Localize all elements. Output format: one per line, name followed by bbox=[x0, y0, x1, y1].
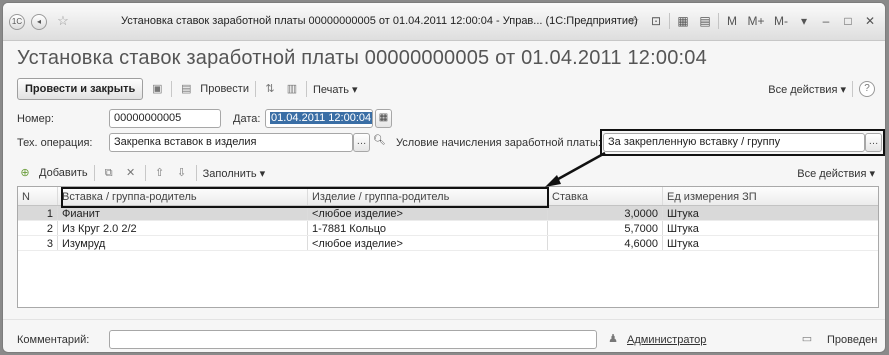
memory-plus-button[interactable]: M+ bbox=[745, 12, 767, 30]
minimize-icon[interactable]: – bbox=[817, 12, 835, 30]
movements-icon[interactable]: ⇅ bbox=[262, 81, 278, 97]
insert-cell[interactable]: Изумруд bbox=[58, 236, 308, 250]
divider bbox=[195, 165, 197, 181]
memory-m-button[interactable]: M bbox=[723, 12, 741, 30]
search-icon[interactable]: 🔍︎ bbox=[371, 133, 388, 152]
page-title: Установка ставок заработной платы 000000… bbox=[17, 47, 707, 69]
table-row[interactable]: 1 Фианит <любое изделие> 3,0000 Штука bbox=[18, 206, 878, 221]
columns-highlight-box bbox=[61, 187, 549, 208]
comment-field[interactable] bbox=[109, 330, 597, 349]
add-button[interactable]: Добавить bbox=[39, 167, 88, 179]
post-and-close-button[interactable]: Провести и закрыть bbox=[17, 78, 144, 100]
number-field[interactable]: 00000000005 bbox=[109, 109, 221, 128]
callout-arrow bbox=[545, 151, 606, 187]
divider bbox=[718, 13, 719, 29]
post-button[interactable]: Провести bbox=[200, 83, 249, 95]
divider bbox=[93, 165, 95, 181]
save-icon[interactable]: ▣ bbox=[149, 81, 165, 97]
divider bbox=[669, 13, 670, 29]
fill-menu[interactable]: Заполнить ▾ bbox=[203, 167, 266, 180]
add-icon[interactable]: ⊕ bbox=[17, 165, 33, 181]
favorite-icon[interactable]: ☆ bbox=[625, 12, 643, 30]
tech-operation-label: Тех. операция: bbox=[17, 137, 93, 149]
calendar-button[interactable]: ▦ bbox=[375, 109, 392, 128]
form-toolbar: Провести и закрыть ▣ ▤ Провести ⇅ ▥ Печа… bbox=[17, 78, 875, 100]
calendar-icon[interactable]: ▤ bbox=[696, 12, 714, 30]
memory-minus-button[interactable]: M- bbox=[771, 12, 791, 30]
move-down-icon[interactable]: ⇩ bbox=[174, 165, 190, 181]
title-bar-controls: ☆ ⊡ ▦ ▤ M M+ M- ▾ – □ ✕ bbox=[625, 12, 879, 30]
calculator-icon[interactable]: ▦ bbox=[674, 12, 692, 30]
status-label: Проведен bbox=[827, 334, 878, 346]
divider bbox=[171, 81, 173, 97]
rate-cell[interactable]: 5,7000 bbox=[548, 221, 663, 235]
print-menu[interactable]: Печать ▾ bbox=[313, 83, 358, 96]
product-cell[interactable]: 1-7881 Кольцо bbox=[308, 221, 548, 235]
help-icon[interactable]: ? bbox=[859, 81, 875, 97]
copy-icon[interactable]: ⧉ bbox=[101, 165, 117, 181]
condition-label: Условие начисления заработной платы: bbox=[396, 137, 601, 149]
document-window: 1С ◂ ☆ Установка ставок заработной платы… bbox=[2, 2, 886, 353]
title-bar: 1С ◂ ☆ Установка ставок заработной платы… bbox=[3, 3, 885, 41]
condition-highlight-box bbox=[600, 129, 885, 156]
row-number: 2 bbox=[18, 221, 58, 235]
dropdown-icon[interactable]: ▾ bbox=[795, 12, 813, 30]
divider bbox=[144, 165, 146, 181]
tech-operation-field[interactable]: Закрепка вставок в изделия bbox=[109, 133, 353, 152]
number-label: Номер: bbox=[17, 113, 54, 125]
column-header-n[interactable]: N bbox=[18, 187, 58, 205]
table-row[interactable]: 3 Изумруд <любое изделие> 4,6000 Штука bbox=[18, 236, 878, 251]
link-icon[interactable]: ⊡ bbox=[647, 12, 665, 30]
app-logo-icon[interactable]: 1С bbox=[9, 14, 25, 30]
author-link[interactable]: Администратор bbox=[627, 334, 706, 346]
rate-cell[interactable]: 3,0000 bbox=[548, 206, 663, 220]
user-icon: ♟ bbox=[608, 333, 618, 345]
product-cell[interactable]: <любое изделие> bbox=[308, 236, 548, 250]
insert-cell[interactable]: Из Круг 2.0 2/2 bbox=[58, 221, 308, 235]
unit-cell[interactable]: Штука bbox=[663, 206, 880, 220]
date-label: Дата: bbox=[233, 113, 261, 125]
date-value: 01.04.2011 12:00:04 bbox=[270, 112, 372, 124]
column-header-unit[interactable]: Ед измерения ЗП bbox=[663, 187, 880, 205]
table-toolbar: ⊕ Добавить ⧉ ✕ ⇧ ⇩ Заполнить ▾ Все дейст… bbox=[17, 163, 875, 183]
comment-label: Комментарий: bbox=[17, 334, 90, 346]
delete-icon[interactable]: ✕ bbox=[123, 165, 139, 181]
back-icon[interactable]: ◂ bbox=[31, 14, 47, 30]
divider bbox=[254, 81, 256, 97]
star-icon[interactable]: ☆ bbox=[55, 14, 71, 30]
window-title: Установка ставок заработной платы 000000… bbox=[121, 15, 638, 27]
divider bbox=[305, 81, 307, 97]
post-icon[interactable]: ▤ bbox=[178, 81, 194, 97]
move-up-icon[interactable]: ⇧ bbox=[152, 165, 168, 181]
divider bbox=[852, 81, 853, 97]
unit-cell[interactable]: Штука bbox=[663, 236, 880, 250]
table-all-actions-menu[interactable]: Все действия ▾ bbox=[797, 167, 875, 180]
product-cell[interactable]: <любое изделие> bbox=[308, 206, 548, 220]
toolbar-right: Все действия ▾ ? bbox=[768, 81, 875, 97]
divider bbox=[3, 319, 885, 320]
insert-cell[interactable]: Фианит bbox=[58, 206, 308, 220]
unit-cell[interactable]: Штука bbox=[663, 221, 880, 235]
maximize-icon[interactable]: □ bbox=[839, 12, 857, 30]
rate-cell[interactable]: 4,6000 bbox=[548, 236, 663, 250]
comment-icon[interactable]: ▭ bbox=[799, 331, 815, 347]
close-icon[interactable]: ✕ bbox=[861, 12, 879, 30]
row-number: 1 bbox=[18, 206, 58, 220]
all-actions-menu[interactable]: Все действия ▾ bbox=[768, 83, 846, 96]
report-icon[interactable]: ▥ bbox=[284, 81, 300, 97]
table-toolbar-right: Все действия ▾ bbox=[797, 167, 875, 180]
date-field[interactable]: 01.04.2011 12:00:04 bbox=[265, 109, 373, 128]
tech-operation-select-button[interactable]: … bbox=[353, 133, 370, 152]
row-number: 3 bbox=[18, 236, 58, 250]
table-row[interactable]: 2 Из Круг 2.0 2/2 1-7881 Кольцо 5,7000 Ш… bbox=[18, 221, 878, 236]
